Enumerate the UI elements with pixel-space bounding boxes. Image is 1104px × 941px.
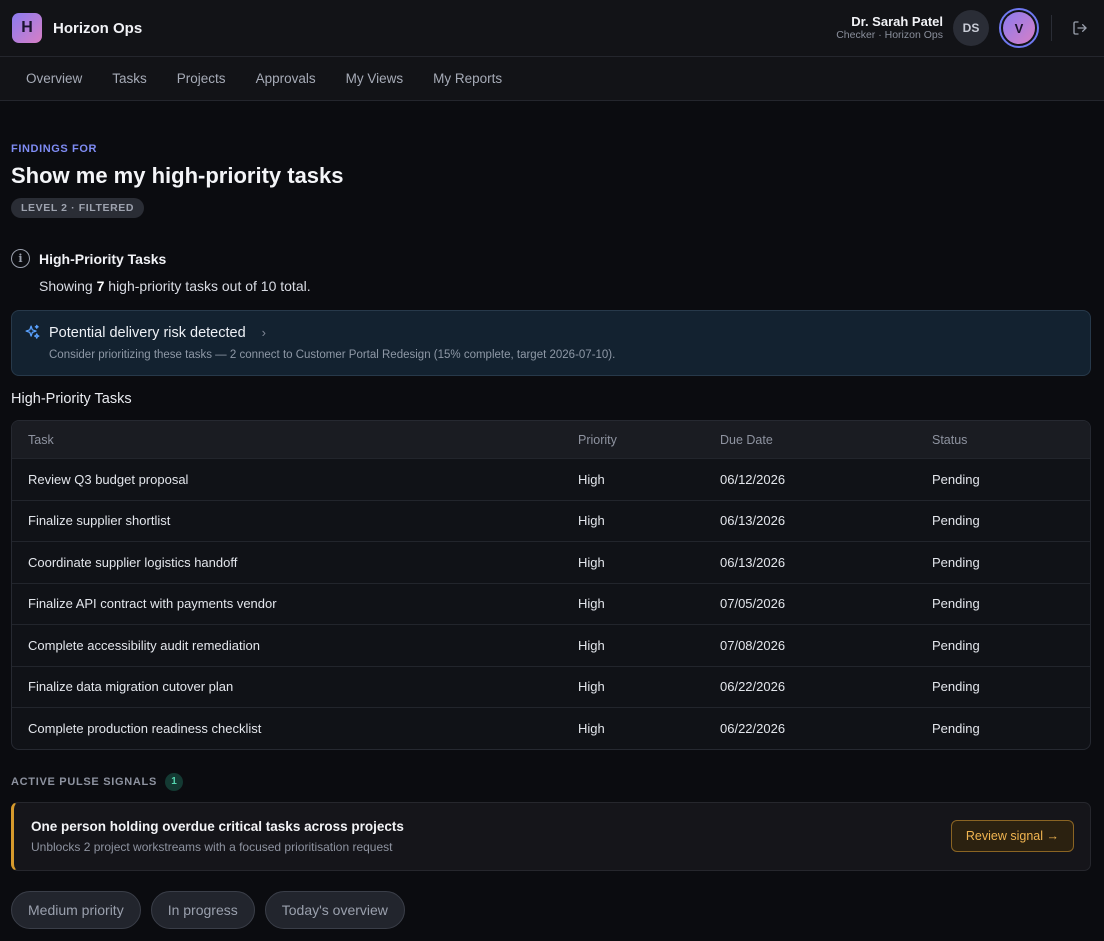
signal-title: One person holding overdue critical task…	[31, 818, 404, 834]
risk-card-header: Potential delivery risk detected ›	[24, 324, 1078, 341]
user-info: Dr. Sarah Patel Checker · Horizon Ops	[836, 13, 943, 42]
logout-icon[interactable]	[1068, 20, 1092, 36]
chip-in-progress[interactable]: In progress	[150, 890, 255, 929]
user-avatar[interactable]: DS	[953, 10, 989, 46]
cell-priority: High	[578, 679, 605, 695]
column-header-task[interactable]: Task	[12, 433, 578, 447]
cell-due-date: 06/13/2026	[720, 554, 786, 570]
table-row[interactable]: Coordinate supplier logistics handoff Hi…	[12, 541, 1090, 583]
cell-priority: High	[578, 596, 605, 612]
risk-subtitle: Consider prioritizing these tasks — 2 co…	[49, 349, 616, 361]
cell-task: Finalize API contract with payments vend…	[28, 596, 277, 612]
sparkle-icon	[24, 324, 41, 341]
page-title: Show me my high-priority tasks	[11, 163, 344, 188]
cell-status: Pending	[932, 637, 980, 653]
cell-status: Pending	[932, 679, 980, 695]
user-area: Dr. Sarah Patel Checker · Horizon Ops DS…	[836, 8, 1092, 48]
cell-task: Finalize supplier shortlist	[28, 513, 171, 529]
user-name: Dr. Sarah Patel	[851, 13, 943, 29]
signals-header: ACTIVE PULSE SIGNALS 1	[11, 772, 1091, 791]
nav-my-reports[interactable]: My Reports	[433, 71, 502, 86]
findings-eyebrow: FINDINGS FOR	[11, 143, 98, 155]
cell-due-date: 06/22/2026	[720, 720, 786, 736]
signals-label: ACTIVE PULSE SIGNALS	[11, 775, 158, 788]
cell-due-date: 06/12/2026	[720, 471, 786, 487]
brand-logo: H	[12, 13, 42, 43]
cell-task: Complete accessibility audit remediation	[28, 637, 260, 653]
table-title: High-Priority Tasks	[11, 391, 132, 407]
cell-status: Pending	[932, 554, 980, 570]
review-signal-button[interactable]: Review signal →	[950, 820, 1074, 852]
cell-task: Coordinate supplier logistics handoff	[28, 554, 238, 570]
main-content: FINDINGS FOR Show me my high-priority ta…	[0, 143, 1104, 929]
signals-count-badge: 1	[165, 772, 184, 791]
nav-overview[interactable]: Overview	[26, 71, 82, 86]
main-nav: Overview Tasks Projects Approvals My Vie…	[0, 57, 1104, 101]
level-badge: LEVEL 2 · FILTERED	[11, 198, 145, 218]
table-row[interactable]: Finalize supplier shortlist High 06/13/2…	[12, 499, 1090, 542]
chip-todays-overview[interactable]: Today's overview	[264, 890, 405, 929]
cell-priority: High	[578, 720, 605, 736]
cell-status: Pending	[932, 720, 980, 736]
summary-title: High-Priority Tasks	[39, 250, 167, 267]
nav-my-views[interactable]: My Views	[346, 71, 404, 86]
cell-task: Finalize data migration cutover plan	[28, 679, 234, 695]
cell-priority: High	[578, 554, 605, 570]
summary-header: i High-Priority Tasks	[11, 249, 1091, 268]
chip-medium-priority[interactable]: Medium priority	[11, 890, 141, 929]
summary-suffix: high-priority tasks out of 10 total.	[104, 278, 311, 294]
cell-priority: High	[578, 513, 605, 529]
summary-prefix: Showing	[39, 278, 97, 294]
cell-due-date: 06/13/2026	[720, 513, 786, 529]
top-bar: H Horizon Ops Dr. Sarah Patel Checker · …	[0, 0, 1104, 57]
active-avatar[interactable]: V	[999, 8, 1039, 48]
table-row[interactable]: Finalize data migration cutover plan Hig…	[12, 665, 1090, 708]
cell-priority: High	[578, 637, 605, 653]
chevron-right-icon: ›	[261, 325, 266, 340]
nav-projects[interactable]: Projects	[177, 71, 226, 86]
brand-name: Horizon Ops	[53, 19, 143, 37]
table-row[interactable]: Finalize API contract with payments vend…	[12, 582, 1090, 625]
table-row[interactable]: Review Q3 budget proposal High 06/12/202…	[12, 458, 1090, 500]
cell-due-date: 07/05/2026	[720, 596, 786, 612]
suggestion-chips: Medium priority In progress Today's over…	[11, 890, 1091, 929]
table-header: Task Priority Due Date Status	[12, 421, 1090, 458]
cell-status: Pending	[932, 471, 980, 487]
cell-priority: High	[578, 471, 605, 487]
column-header-priority[interactable]: Priority	[578, 433, 720, 447]
table-row[interactable]: Complete accessibility audit remediation…	[12, 624, 1090, 666]
cell-task: Review Q3 budget proposal	[28, 471, 189, 487]
risk-card[interactable]: Potential delivery risk detected › Consi…	[11, 310, 1091, 376]
nav-approvals[interactable]: Approvals	[256, 71, 316, 86]
table-row[interactable]: Complete production readiness checklist …	[12, 707, 1090, 749]
header-divider	[1051, 15, 1052, 41]
summary-text: Showing 7 high-priority tasks out of 10 …	[39, 278, 1091, 294]
cell-task: Complete production readiness checklist	[28, 720, 262, 736]
active-avatar-initial: V	[1003, 12, 1035, 44]
brand[interactable]: H Horizon Ops	[12, 13, 142, 43]
tasks-table: Task Priority Due Date Status Review Q3 …	[11, 420, 1091, 750]
risk-title: Potential delivery risk detected	[49, 324, 246, 341]
column-header-status[interactable]: Status	[932, 433, 1090, 447]
cell-due-date: 06/22/2026	[720, 679, 786, 695]
signal-subtitle: Unblocks 2 project workstreams with a fo…	[31, 839, 393, 854]
signal-text: One person holding overdue critical task…	[31, 819, 404, 854]
cell-status: Pending	[932, 596, 980, 612]
info-icon: i	[11, 249, 30, 268]
signal-card: One person holding overdue critical task…	[11, 801, 1091, 871]
nav-tasks[interactable]: Tasks	[112, 71, 147, 86]
column-header-due-date[interactable]: Due Date	[720, 433, 932, 447]
user-role: Checker · Horizon Ops	[836, 29, 943, 42]
cell-status: Pending	[932, 513, 980, 529]
cell-due-date: 07/08/2026	[720, 637, 786, 653]
